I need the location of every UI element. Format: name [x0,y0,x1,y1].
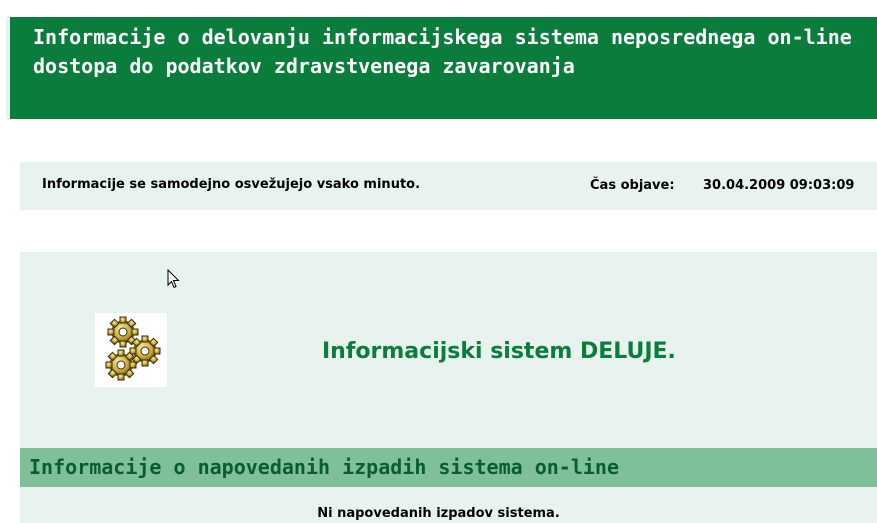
system-status-text: Informacijski sistem DELUJE. [322,339,676,364]
gears-icon [95,313,167,387]
outage-section-title: Informacije o napovedanih izpadih sistem… [29,455,620,479]
page-title: Informacije o delovanju informacijskega … [33,25,852,78]
no-outages-text: Ni napovedanih izpadov sistema. [317,506,560,521]
publish-time-value: 30.04.2009 09:03:09 [703,178,855,193]
publish-time-label: Čas objave: [590,178,675,193]
refresh-notice: Informacije se samodejno osvežujejo vsak… [42,177,421,192]
mouse-cursor-icon [167,268,181,293]
header-accent-stripe [6,17,10,119]
